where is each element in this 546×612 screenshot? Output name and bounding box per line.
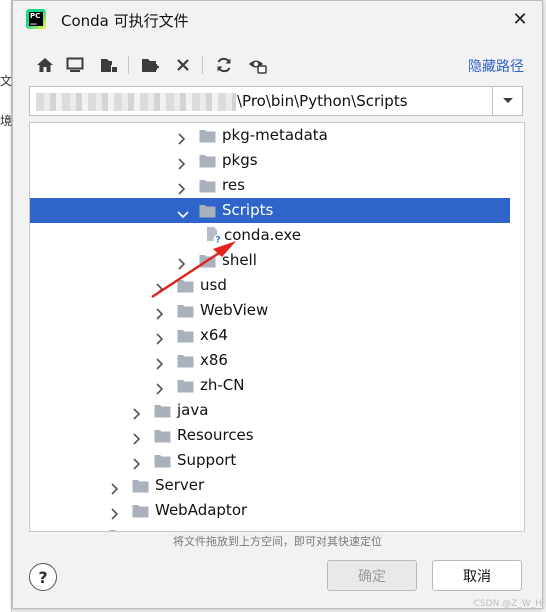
tree-row-label: Resources <box>177 426 254 444</box>
close-button[interactable]: ✕ <box>508 7 532 31</box>
chevron-right-icon[interactable] <box>177 180 187 195</box>
cancel-button[interactable]: 取消 <box>432 560 522 591</box>
folder-icon <box>199 153 216 168</box>
watermark: CSDN @Z_W_H <box>473 599 542 609</box>
folder-icon <box>177 378 194 393</box>
tree-row-label: WebView <box>200 301 269 319</box>
folder-icon <box>199 128 216 143</box>
help-button[interactable]: ? <box>29 563 57 591</box>
tree-row-label: pkgs <box>222 151 258 169</box>
chevron-right-icon[interactable] <box>177 130 187 145</box>
tree-row[interactable]: Resources <box>30 423 510 448</box>
chevron-right-icon[interactable] <box>132 405 142 420</box>
tree-row[interactable]: x86 <box>30 348 510 373</box>
folder-icon <box>154 403 171 418</box>
tree-row-label: x86 <box>200 351 228 369</box>
folder-icon <box>154 453 171 468</box>
path-text: \Pro\bin\Python\Scripts <box>237 92 408 110</box>
folder-icon <box>132 503 149 518</box>
tree-row[interactable]: ? conda.exe <box>30 223 510 248</box>
chevron-right-icon[interactable] <box>132 455 142 470</box>
ok-button[interactable]: 确定 <box>327 560 417 591</box>
chevron-right-icon[interactable] <box>177 255 187 270</box>
folder-icon <box>199 253 216 268</box>
tree-row[interactable]: Server <box>30 473 510 498</box>
chevron-right-icon[interactable] <box>110 480 120 495</box>
chevron-down-icon <box>502 98 513 103</box>
conda-executable-dialog: PC — Conda 可执行文件 ✕ 隐藏路径 \Pro\bin\Python\… <box>12 0 543 609</box>
chevron-right-icon[interactable] <box>110 505 120 520</box>
folder-icon <box>132 478 149 493</box>
tree-row[interactable]: WebAdaptor <box>30 498 510 523</box>
refresh-icon[interactable] <box>212 53 236 77</box>
tree-row[interactable]: shell <box>30 248 510 273</box>
tree-row-label: Server <box>155 476 205 494</box>
folder-icon <box>177 303 194 318</box>
tree-row[interactable]: usd <box>30 273 510 298</box>
drop-hint: 将文件拖放到上方空间，即可对其快速定位 <box>173 535 382 548</box>
project-folder-icon[interactable] <box>97 53 121 77</box>
tree-row-label: x64 <box>200 326 228 344</box>
tree-row[interactable]: WebView <box>30 298 510 323</box>
show-hidden-icon[interactable] <box>245 53 269 77</box>
chevron-right-icon[interactable] <box>155 330 165 345</box>
path-input[interactable]: \Pro\bin\Python\Scripts <box>29 86 523 116</box>
hide-path-link[interactable]: 隐藏路径 <box>468 56 524 76</box>
tree-row[interactable]: pkgs <box>30 148 510 173</box>
background-window: 文 境 <box>0 0 12 612</box>
background-text: 文 <box>0 74 13 88</box>
tree-row[interactable]: Scripts <box>30 198 510 223</box>
tree-row[interactable]: zh-CN <box>30 373 510 398</box>
chevron-right-icon[interactable] <box>155 280 165 295</box>
folder-icon <box>199 178 216 193</box>
path-redacted <box>36 93 236 111</box>
tree-row[interactable]: Support <box>30 448 510 473</box>
chevron-right-icon[interactable] <box>155 355 165 370</box>
tree-row-label: conda.exe <box>224 226 302 244</box>
tree-row-label: usd <box>200 276 227 294</box>
folder-icon <box>154 428 171 443</box>
tree-row-label: zh-CN <box>200 376 245 394</box>
svg-text:?: ? <box>215 236 220 245</box>
tree-row-label: ... <box>132 526 146 531</box>
tree-row[interactable]: res <box>30 173 510 198</box>
delete-icon[interactable] <box>171 53 195 77</box>
tree-row-label: pkg-metadata <box>222 126 328 144</box>
tree-row-label: Support <box>177 451 237 469</box>
tree-row[interactable]: ... <box>30 523 510 531</box>
tree-row-label: Scripts <box>222 201 274 219</box>
chevron-right-icon[interactable] <box>177 155 187 170</box>
folder-icon <box>177 353 194 368</box>
unknown-file-icon: ? <box>206 226 223 246</box>
tree-row[interactable]: pkg-metadata <box>30 123 510 148</box>
new-folder-icon[interactable] <box>139 53 163 77</box>
tree-row-label: shell <box>222 251 257 269</box>
chevron-right-icon[interactable] <box>155 380 165 395</box>
pycharm-logo-icon: PC — <box>26 9 46 29</box>
chevron-down-icon[interactable] <box>177 205 189 219</box>
desktop-icon[interactable] <box>63 53 87 77</box>
tree-row-label: java <box>177 401 209 419</box>
chevron-right-icon[interactable] <box>87 530 97 531</box>
home-icon[interactable] <box>33 53 57 77</box>
folder-icon <box>109 528 126 531</box>
chevron-right-icon[interactable] <box>155 305 165 320</box>
path-dropdown-button[interactable] <box>492 87 522 115</box>
tree-row-label: res <box>222 176 245 194</box>
folder-icon <box>199 203 216 218</box>
folder-icon <box>177 328 194 343</box>
tree-row[interactable]: java <box>30 398 510 423</box>
title-bar: PC — Conda 可执行文件 ✕ <box>13 1 542 39</box>
background-text: 境 <box>0 114 13 128</box>
dialog-title: Conda 可执行文件 <box>61 12 189 30</box>
tree-row-label: WebAdaptor <box>155 501 248 519</box>
tree-row[interactable]: x64 <box>30 323 510 348</box>
folder-icon <box>177 278 194 293</box>
toolbar: 隐藏路径 <box>13 51 542 79</box>
chevron-right-icon[interactable] <box>132 430 142 445</box>
file-tree[interactable]: pkg-metadata pkgs res Scripts? conda.exe shel… <box>29 122 525 532</box>
